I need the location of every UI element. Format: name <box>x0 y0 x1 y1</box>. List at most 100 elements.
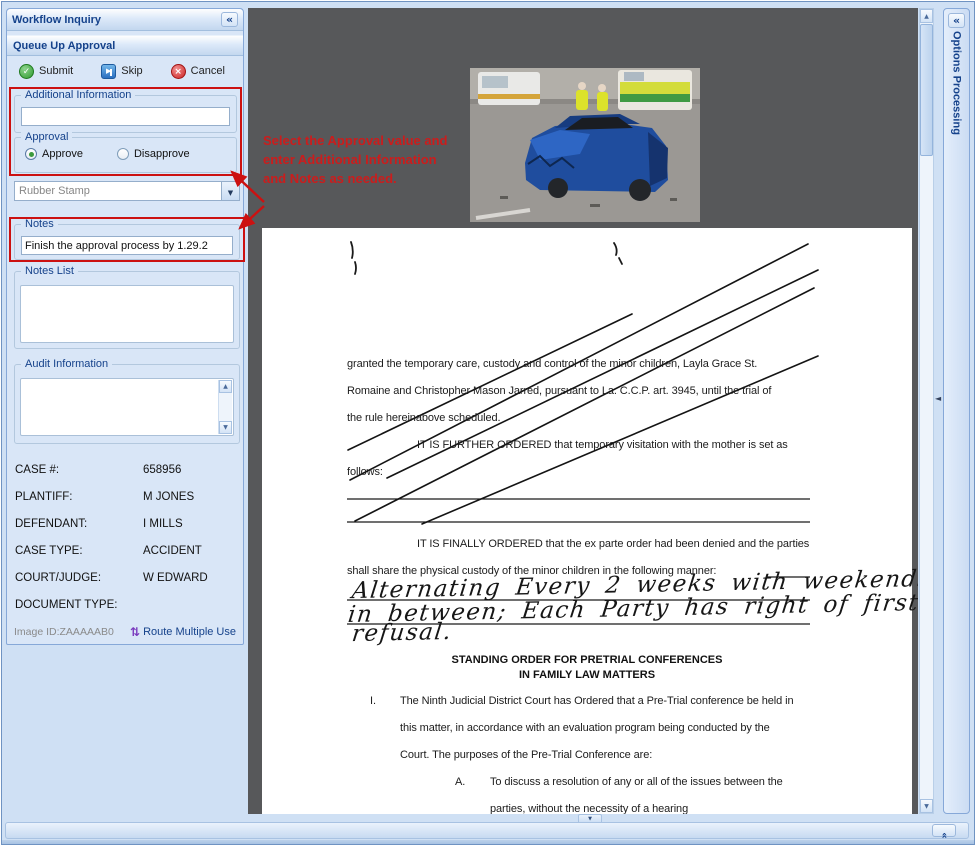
skip-button[interactable]: ▶ Skip <box>101 63 143 79</box>
panel-footer: Image ID:ZAAAAAB0 ⇅ Route Multiple Use <box>7 621 243 643</box>
case-details: CASE #: 658956 PLANTIFF: M JONES DEFENDA… <box>15 456 237 618</box>
scroll-up-icon[interactable]: ▲ <box>219 380 232 393</box>
skip-label: Skip <box>121 65 143 77</box>
approval-legend: Approval <box>21 131 73 143</box>
disapprove-label: Disapprove <box>133 148 190 160</box>
scroll-down-icon[interactable]: ▼ <box>219 421 232 434</box>
defendant-row: DEFENDANT: I MILLS <box>15 510 237 537</box>
document-heading: STANDING ORDER FOR PRETRIAL CONFERENCES <box>451 654 723 666</box>
case-number-row: CASE #: 658956 <box>15 456 237 483</box>
disapprove-radio-dot <box>116 148 129 160</box>
additional-information-input[interactable] <box>21 107 230 126</box>
case-type-row: CASE TYPE: ACCIDENT <box>15 537 237 564</box>
route-multiple-use-label: Route Multiple Use <box>143 626 236 638</box>
notes-list-box[interactable] <box>20 285 234 343</box>
rubber-stamp-value: Rubber Stamp <box>19 185 90 197</box>
audit-information-legend: Audit Information <box>21 358 113 370</box>
document-viewer[interactable]: Select the Approval value and enter Addi… <box>248 8 918 814</box>
chevron-down-icon: ▼ <box>227 189 234 197</box>
court-judge-row: COURT/JUDGE: W EDWARD <box>15 564 237 591</box>
submit-button[interactable]: ✓ Submit <box>19 63 74 79</box>
queue-up-approval-title: Queue Up Approval <box>13 39 116 52</box>
court-judge-value: W EDWARD <box>143 571 208 584</box>
court-judge-label: COURT/JUDGE: <box>15 571 102 584</box>
document-line: To discuss a resolution of any or all of… <box>490 776 783 788</box>
plaintiff-value: M JONES <box>143 490 195 503</box>
workflow-inquiry-header: Workflow Inquiry « <box>7 9 243 31</box>
notes-input[interactable] <box>21 236 233 255</box>
approve-label: Approve <box>42 148 83 160</box>
notes-legend: Notes <box>21 218 58 230</box>
window-bottom-edge <box>2 840 974 844</box>
additional-information-fieldset: Additional Information <box>14 89 237 133</box>
collapse-up-icon: « <box>938 832 950 839</box>
defendant-label: DEFENDANT: <box>15 517 88 530</box>
route-multiple-use-button[interactable]: ⇅ Route Multiple Use <box>130 625 236 639</box>
options-processing-title: Options Processing <box>950 31 963 135</box>
audit-information-fieldset: Audit Information ▲ ▼ <box>14 358 240 444</box>
document-line: Romaine and Christopher Mason Jarred, pu… <box>347 385 772 397</box>
application-window: Workflow Inquiry « Queue Up Approval ✓ S… <box>1 1 975 845</box>
approval-fieldset: Approval Approve Disapprove <box>14 131 237 173</box>
approval-toolbar: ✓ Submit ▶ Skip × Cancel <box>7 59 243 83</box>
case-type-label: CASE TYPE: <box>15 544 83 557</box>
case-number-label: CASE #: <box>15 463 60 476</box>
handwriting-line: refusal. <box>350 618 454 648</box>
scroll-up-icon[interactable]: ▲ <box>920 9 933 23</box>
audit-information-box[interactable]: ▲ ▼ <box>20 378 234 436</box>
collapse-left-icon[interactable]: « <box>221 12 238 27</box>
document-heading: IN FAMILY LAW MATTERS <box>518 669 656 681</box>
collapse-up-button[interactable]: « <box>932 824 956 839</box>
document-line: granted the temporary care, custody and … <box>347 358 758 370</box>
document-type-label: DOCUMENT TYPE: <box>15 598 118 611</box>
skip-icon: ▶ <box>101 63 117 79</box>
workflow-inquiry-panel: Workflow Inquiry « Queue Up Approval ✓ S… <box>6 8 245 645</box>
panel-title: Workflow Inquiry <box>12 13 102 26</box>
submit-check-icon: ✓ <box>19 63 34 79</box>
document-line: Court. The purposes of the Pre-Trial Con… <box>400 749 653 761</box>
plaintiff-label: PLANTIFF: <box>15 490 73 503</box>
scroll-down-icon[interactable]: ▼ <box>920 799 933 813</box>
case-type-value: ACCIDENT <box>143 544 202 557</box>
image-id-text: Image ID:ZAAAAAB0 <box>14 626 114 638</box>
options-processing-tab[interactable]: « Options Processing <box>943 8 970 814</box>
queue-up-approval-header: Queue Up Approval <box>7 35 243 56</box>
notes-fieldset: Notes <box>14 218 240 260</box>
list-numeral: I. <box>370 695 376 707</box>
case-number-value: 658956 <box>143 463 182 476</box>
document-line: The Ninth Judicial District Court has Or… <box>400 695 794 707</box>
approve-radio[interactable]: Approve <box>25 148 83 160</box>
vehicle-accident-photo <box>470 68 700 222</box>
plaintiff-row: PLANTIFF: M JONES <box>15 483 237 510</box>
approval-radio-group: Approve Disapprove <box>25 148 190 160</box>
approve-radio-dot <box>25 148 37 160</box>
notes-list-fieldset: Notes List <box>14 265 240 349</box>
document-line: follows: <box>347 466 383 478</box>
right-splitter-collapse-icon[interactable]: ◄ <box>935 394 941 403</box>
cancel-button[interactable]: × Cancel <box>170 63 225 79</box>
document-type-row: DOCUMENT TYPE: <box>15 591 237 618</box>
annotation-note: Select the Approval value and enter Addi… <box>263 133 448 186</box>
expand-left-icon[interactable]: « <box>948 13 965 28</box>
document-page: granted the temporary care, custody and … <box>262 228 918 814</box>
document-line: IT IS FURTHER ORDERED that temporary vis… <box>417 439 788 451</box>
route-icon: ⇅ <box>130 625 141 639</box>
accident-photo-graphic <box>470 68 700 222</box>
cancel-label: Cancel <box>190 65 225 77</box>
rubber-stamp-dropdown[interactable]: Rubber Stamp ▼ <box>14 181 240 201</box>
additional-information-legend: Additional Information <box>21 89 136 101</box>
bottom-bar: « <box>5 822 969 839</box>
viewer-scrollbar[interactable]: ▲ ▼ <box>919 8 934 814</box>
document-line: IT IS FINALLY ORDERED that the ex parte … <box>417 538 810 550</box>
audit-scrollbar[interactable]: ▲ ▼ <box>218 380 232 434</box>
notes-list-legend: Notes List <box>21 265 78 277</box>
document-line: parties, without the necessity of a hear… <box>490 803 689 814</box>
scrollbar-thumb[interactable] <box>920 24 933 156</box>
list-letter: A. <box>455 776 466 788</box>
defendant-value: I MILLS <box>143 517 183 530</box>
dropdown-button[interactable]: ▼ <box>221 182 239 200</box>
document-line: this matter, in accordance with an evalu… <box>400 722 770 734</box>
submit-label: Submit <box>39 65 74 77</box>
document-line: the rule hereinabove scheduled. <box>347 412 501 424</box>
disapprove-radio[interactable]: Disapprove <box>116 148 190 160</box>
